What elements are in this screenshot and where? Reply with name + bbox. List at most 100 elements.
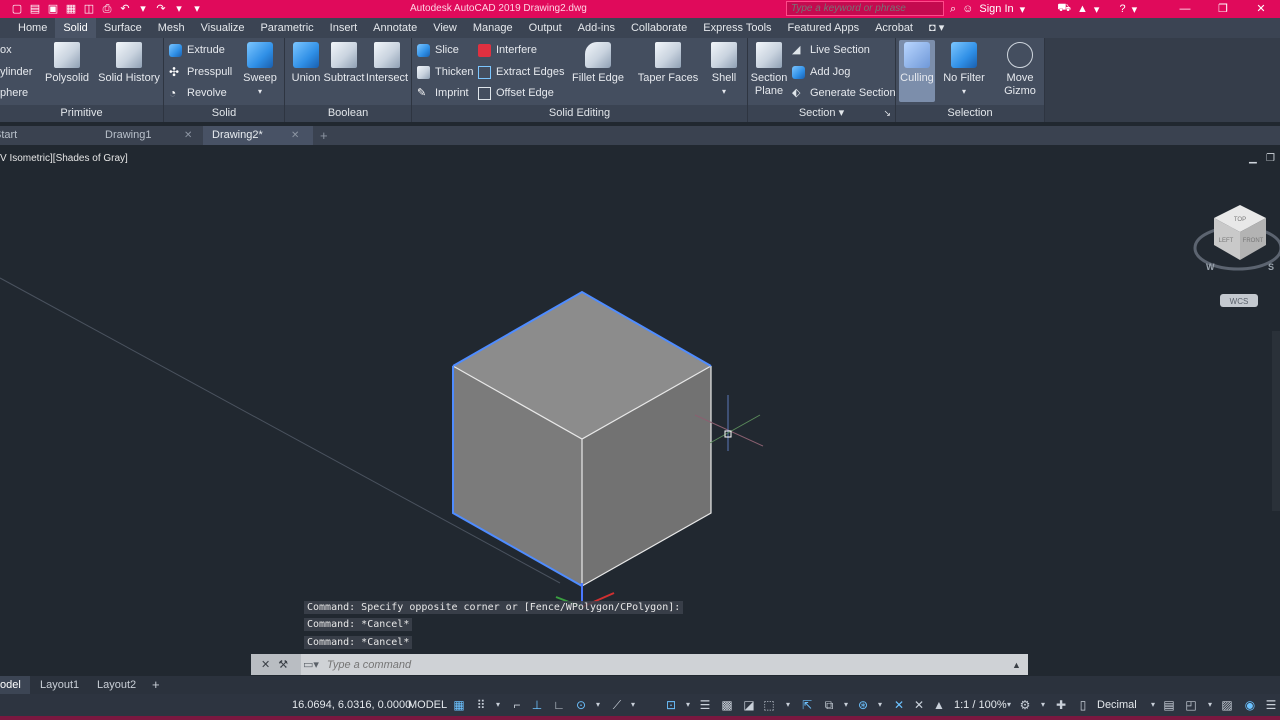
maximize-icon[interactable]: ❐ bbox=[1204, 0, 1242, 18]
interfere-button[interactable]: Interfere bbox=[478, 41, 537, 59]
solid-history-button[interactable]: Solid History bbox=[97, 42, 161, 85]
quick-properties-icon[interactable]: ▤ bbox=[1162, 698, 1176, 712]
live-section-button[interactable]: ◢ Live Section bbox=[792, 41, 870, 59]
gizmo-icon[interactable]: ⊛ bbox=[856, 698, 870, 712]
subtract-button[interactable]: Subtract bbox=[323, 42, 365, 85]
infer-constraints-icon[interactable]: ⌐ bbox=[510, 698, 524, 712]
sphere-button[interactable]: phere bbox=[0, 84, 28, 102]
user-icon[interactable]: ☺ bbox=[962, 3, 973, 15]
chevron-down-icon[interactable]: ▾ bbox=[1020, 3, 1026, 16]
tab-model[interactable]: odel bbox=[0, 676, 30, 694]
thicken-button[interactable]: Thicken bbox=[417, 63, 474, 81]
tab-manage[interactable]: Manage bbox=[465, 18, 521, 38]
units-selector[interactable]: Decimal bbox=[1097, 699, 1137, 711]
panel-label-selection[interactable]: Selection bbox=[896, 105, 1044, 122]
panel-label-boolean[interactable]: Boolean bbox=[285, 105, 411, 122]
isolate-objects-icon[interactable]: ◉ bbox=[1243, 698, 1257, 712]
viewport-scroll[interactable] bbox=[1272, 331, 1280, 511]
move-gizmo-button[interactable]: Move Gizmo bbox=[1000, 42, 1040, 98]
dynamic-ucs-icon[interactable]: ⇱ bbox=[800, 698, 814, 712]
lineweight-icon[interactable]: ☰ bbox=[698, 698, 712, 712]
coordinates-readout[interactable]: 16.0694, 6.0316, 0.0000 bbox=[292, 699, 411, 711]
undo-dropdown-icon[interactable]: ▾ bbox=[136, 3, 150, 15]
undo-icon[interactable]: ↶ bbox=[118, 3, 132, 15]
polar-tracking-icon[interactable]: ⊙ bbox=[574, 698, 588, 712]
new-layout-icon[interactable]: + bbox=[152, 676, 160, 694]
chevron-down-icon[interactable]: ▾ bbox=[1146, 698, 1160, 712]
tab-layout2[interactable]: Layout2 bbox=[97, 676, 136, 694]
a360-icon[interactable]: ▲ bbox=[1077, 3, 1088, 15]
chevron-down-icon[interactable]: ▾ bbox=[1132, 3, 1138, 16]
offset-edge-button[interactable]: Offset Edge bbox=[478, 84, 554, 102]
snap-icon[interactable]: ⠿ bbox=[474, 698, 488, 712]
close-icon[interactable]: ✕ bbox=[261, 658, 270, 671]
new-file-icon[interactable]: ▢ bbox=[10, 3, 24, 15]
customize-qat-icon[interactable]: ▾ bbox=[190, 3, 204, 15]
help-icon[interactable]: ? bbox=[1119, 3, 1125, 15]
tab-featured-apps[interactable]: Featured Apps bbox=[780, 18, 868, 38]
taper-faces-button[interactable]: Taper Faces bbox=[638, 42, 698, 85]
tab-express-tools[interactable]: Express Tools bbox=[695, 18, 779, 38]
tab-mesh[interactable]: Mesh bbox=[150, 18, 193, 38]
graphics-performance-icon[interactable]: ◰ bbox=[1184, 698, 1198, 712]
selection-cycling-icon[interactable]: ◪ bbox=[742, 698, 756, 712]
autoscale-icon[interactable]: ✕ bbox=[912, 698, 926, 712]
tab-annotate[interactable]: Annotate bbox=[365, 18, 425, 38]
section-plane-button[interactable]: Section Plane bbox=[750, 42, 788, 98]
3d-osnap-icon[interactable]: ⬚ bbox=[762, 698, 776, 712]
object-snap-tracking-icon[interactable]: ⊡ bbox=[664, 698, 678, 712]
panel-label-primitive[interactable]: Primitive bbox=[0, 105, 163, 122]
open-file-icon[interactable]: ▤ bbox=[28, 3, 42, 15]
grid-icon[interactable]: ▦ bbox=[452, 698, 466, 712]
sign-in-link[interactable]: Sign In bbox=[979, 3, 1013, 15]
customize-icon[interactable]: ☰ bbox=[1264, 698, 1278, 712]
doc-tab-start[interactable]: Start bbox=[0, 126, 96, 145]
redo-dropdown-icon[interactable]: ▾ bbox=[172, 3, 186, 15]
tab-insert[interactable]: Insert bbox=[322, 18, 366, 38]
tab-view[interactable]: View bbox=[425, 18, 465, 38]
chevron-down-icon[interactable]: ▾ bbox=[873, 698, 887, 712]
wrench-icon[interactable]: ⚒ bbox=[278, 658, 288, 671]
new-tab-icon[interactable]: + bbox=[320, 126, 328, 145]
selection-filter-icon[interactable]: ⧉ bbox=[822, 698, 836, 712]
revolve-button[interactable]: ◔ Revolve bbox=[169, 84, 227, 102]
chevron-up-icon[interactable]: ▲ bbox=[1012, 660, 1028, 670]
culling-button[interactable]: Culling bbox=[899, 40, 935, 102]
tab-solid[interactable]: Solid bbox=[55, 18, 96, 38]
gear-icon[interactable]: ⚙ bbox=[1018, 698, 1032, 712]
slice-button[interactable]: Slice bbox=[417, 41, 459, 59]
save-as-icon[interactable]: ▦ bbox=[64, 3, 78, 15]
annotation-scale-icon[interactable]: ▲ bbox=[932, 698, 946, 712]
ribbon-toggle-icon[interactable]: ◘ ▾ bbox=[921, 18, 952, 38]
chevron-down-icon[interactable]: ▾ bbox=[491, 698, 505, 712]
chevron-down-icon[interactable]: ▾ bbox=[781, 698, 795, 712]
binoculars-icon[interactable]: ⌕ bbox=[950, 3, 956, 16]
annotation-scale[interactable]: 1:1 / 100% bbox=[954, 699, 1007, 711]
panel-label-solid[interactable]: Solid bbox=[164, 105, 284, 122]
intersect-button[interactable]: Intersect bbox=[366, 42, 408, 85]
box-button[interactable]: ox bbox=[0, 41, 12, 59]
chevron-down-icon[interactable]: ▾ bbox=[1036, 698, 1050, 712]
chevron-down-icon[interactable]: ▾ bbox=[681, 698, 695, 712]
shell-button[interactable]: Shell ▾ bbox=[707, 42, 741, 98]
chevron-down-icon[interactable]: ▾ bbox=[1203, 698, 1217, 712]
close-icon[interactable]: ✕ bbox=[291, 126, 299, 145]
transparency-icon[interactable]: ▩ bbox=[720, 698, 734, 712]
cart-icon[interactable]: ⛟ bbox=[1057, 2, 1071, 16]
generate-section-button[interactable]: ⬖ Generate Section bbox=[792, 84, 896, 102]
save-icon[interactable]: ▣ bbox=[46, 3, 60, 15]
plot-icon[interactable]: ⎙ bbox=[100, 3, 114, 15]
search-input[interactable] bbox=[786, 1, 944, 16]
chevron-down-icon[interactable]: ▾ bbox=[1002, 698, 1016, 712]
add-jog-button[interactable]: Add Jog bbox=[792, 63, 850, 81]
chevron-down-icon[interactable]: ▾ bbox=[591, 698, 605, 712]
tab-visualize[interactable]: Visualize bbox=[193, 18, 253, 38]
tab-home[interactable]: Home bbox=[10, 18, 55, 38]
tab-add-ins[interactable]: Add-ins bbox=[570, 18, 623, 38]
open-web-icon[interactable]: ◫ bbox=[82, 3, 96, 15]
dynamic-input-icon[interactable]: ⊥ bbox=[530, 698, 544, 712]
ortho-icon[interactable]: ∟ bbox=[552, 698, 566, 712]
polysolid-button[interactable]: Polysolid bbox=[44, 42, 90, 85]
close-icon[interactable]: ✕ bbox=[184, 126, 192, 145]
minimize-icon[interactable]: — bbox=[1166, 0, 1204, 18]
